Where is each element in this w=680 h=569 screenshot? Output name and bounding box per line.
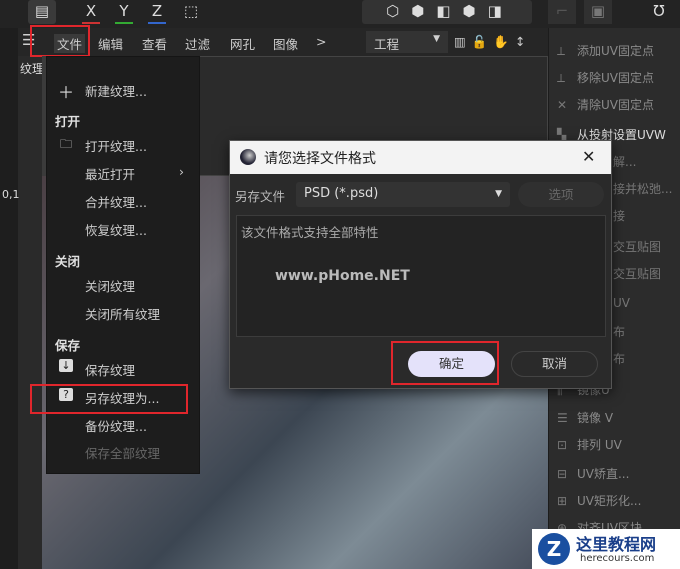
panel-item-icon: ⊞ (557, 494, 568, 508)
panel-item-label: UV矫直... (577, 467, 630, 481)
menu-save-texture[interactable]: 保存纹理 (85, 360, 135, 379)
menu-recent[interactable]: 最近打开 (85, 164, 135, 183)
menu-revert-texture[interactable]: 恢复纹理... (85, 220, 147, 239)
menu-close-texture[interactable]: 关闭纹理 (85, 276, 135, 295)
mode-value: 工程 (374, 37, 400, 52)
watermark-text: www.pHome.NET (275, 268, 410, 284)
menu-view[interactable]: 查看 (142, 34, 167, 53)
panel-item-icon: ⊟ (557, 467, 568, 481)
panel-item-label: 排列 UV (577, 438, 622, 452)
menu-more[interactable]: > (316, 34, 326, 49)
format-value: PSD (*.psd) (304, 186, 379, 201)
mode-icons[interactable]: ⬡⬢◧⬢◨ (362, 0, 532, 24)
workplane-icon[interactable]: ▣ (584, 0, 612, 24)
menu-new-texture[interactable]: 新建纹理... (85, 81, 147, 100)
menu-close-all[interactable]: 关闭所有纹理 (85, 304, 160, 323)
panel-item[interactable]: ⟂ 移除UV固定点 (557, 69, 654, 86)
menu-open-texture[interactable]: 打开纹理... (85, 136, 147, 155)
panel-item[interactable]: 布 (613, 350, 625, 367)
panel-item[interactable]: UV (613, 296, 630, 310)
panel-item[interactable]: ☰ 镜像 V (557, 409, 613, 426)
menu-mesh[interactable]: 网孔 (230, 34, 255, 53)
highlight-file-menu (30, 25, 90, 57)
save-icon[interactable]: ▤ (28, 0, 56, 24)
panel-item-icon: ⟂ (557, 44, 566, 58)
format-info-box: 该文件格式支持全部特性 www.pHome.NET (236, 215, 606, 337)
site-logo-icon: Z (538, 533, 570, 565)
format-select[interactable]: PSD (*.psd) ▼ (296, 182, 510, 207)
panel-item[interactable]: 解... (613, 153, 636, 170)
dialog-title: 请您选择文件格式 (264, 151, 376, 167)
panel-item[interactable]: 布 (613, 323, 625, 340)
panel-item[interactable]: ⊡ 排列 UV (557, 436, 622, 453)
panel-item-icon: ⊡ (557, 438, 568, 452)
menu-filter[interactable]: 过滤 (185, 34, 210, 53)
menu-merge-texture[interactable]: 合并纹理... (85, 192, 147, 211)
panel-item-label: 布 (613, 325, 626, 339)
menu-save-all[interactable]: 保存全部纹理 (85, 443, 160, 462)
panel-item-label: 清除UV固定点 (577, 98, 654, 112)
chevron-down-icon: ▼ (495, 189, 502, 199)
mode-select[interactable]: 工程 ▼ (366, 31, 448, 53)
panel-item-label: 添加UV固定点 (577, 44, 654, 58)
app-logo-icon (240, 149, 256, 165)
panel-item-label: UV矩形化... (577, 494, 642, 508)
panel-tab-texture[interactable]: 纹理 (20, 60, 44, 77)
folder-icon: 🗀 (59, 137, 72, 151)
save-file-label: 另存文件 (235, 189, 286, 204)
section-open: 打开 (55, 114, 81, 129)
menu-bar: ☰ 文件 编辑 查看 过滤 网孔 图像 > 工程 ▼ ▥🔓✋↕ (18, 25, 548, 57)
panel-item-label: 移除UV固定点 (577, 71, 654, 85)
magnet-icon[interactable]: Ʊ (648, 0, 670, 24)
site-watermark: Z 这里教程网 herecours.com (532, 529, 680, 569)
coord-readout: 0,1 (2, 188, 20, 201)
menu-backup-texture[interactable]: 备份纹理... (85, 416, 147, 435)
file-format-dialog: 请您选择文件格式 ✕ 另存文件 PSD (*.psd) ▼ 选项 该文件格式支持全… (229, 140, 612, 389)
close-icon[interactable]: ✕ (582, 147, 595, 166)
panel-item-icon: ☰ (557, 411, 568, 425)
axis-y-toggle[interactable]: Y (115, 0, 133, 24)
top-toolbar: ▤ X Y Z ⬚ ⬡⬢◧⬢◨ ⌐ ▣ Ʊ (0, 0, 680, 28)
panel-item-label: 解... (613, 155, 637, 169)
panel-item-label: UV (613, 296, 630, 310)
left-tool-strip: 0,1 (0, 28, 20, 569)
panel-item[interactable]: ✕ 清除UV固定点 (557, 96, 654, 113)
section-save: 保存 (55, 338, 81, 353)
panel-item-icon: ⟂ (557, 71, 566, 85)
axis-x-toggle[interactable]: X (82, 0, 100, 24)
coordinate-system-icon[interactable]: ⬚ (180, 0, 202, 24)
format-info-text: 该文件格式支持全部特性 (241, 225, 379, 240)
menu-edit[interactable]: 编辑 (98, 34, 123, 53)
panel-item-icon: ✕ (557, 98, 568, 112)
watermark-url: herecours.com (580, 553, 655, 564)
chevron-down-icon: ▼ (433, 34, 440, 44)
panel-item[interactable]: 接 (613, 207, 625, 224)
options-button[interactable]: 选项 (518, 182, 604, 207)
menu-image[interactable]: 图像 (273, 34, 298, 53)
panel-item[interactable]: ⊟ UV矫直... (557, 465, 629, 482)
snap-icon[interactable]: ⌐ (548, 0, 576, 24)
panel-item[interactable]: ⊞ UV矩形化... (557, 492, 641, 509)
panel-item-label: 布 (613, 352, 626, 366)
panel-item[interactable]: 交互贴图 (613, 238, 661, 255)
highlight-save-as (30, 384, 188, 414)
axis-z-toggle[interactable]: Z (148, 0, 166, 24)
panel-item-label: 接并松弛... (613, 182, 673, 196)
highlight-ok (391, 341, 499, 385)
view-tool-icons[interactable]: ▥🔓✋↕ (454, 34, 531, 50)
plus-icon: ＋ (57, 83, 74, 102)
panel-item-label: 交互贴图 (613, 267, 662, 281)
watermark-title: 这里教程网 (576, 535, 657, 554)
chevron-right-icon: › (179, 164, 184, 179)
panel-item[interactable]: ⟂ 添加UV固定点 (557, 42, 654, 59)
panel-item[interactable]: 交互贴图 (613, 265, 661, 282)
cancel-button[interactable]: 取消 (511, 351, 598, 377)
panel-item-label: 交互贴图 (613, 240, 662, 254)
dialog-titlebar: 请您选择文件格式 ✕ (230, 141, 611, 174)
panel-item[interactable]: 接并松弛... (613, 180, 672, 197)
save-down-icon: ↓ (59, 359, 73, 372)
panel-item-label: 接 (613, 209, 626, 223)
panel-item-label: 镜像 V (577, 411, 614, 425)
section-close: 关闭 (55, 254, 81, 269)
